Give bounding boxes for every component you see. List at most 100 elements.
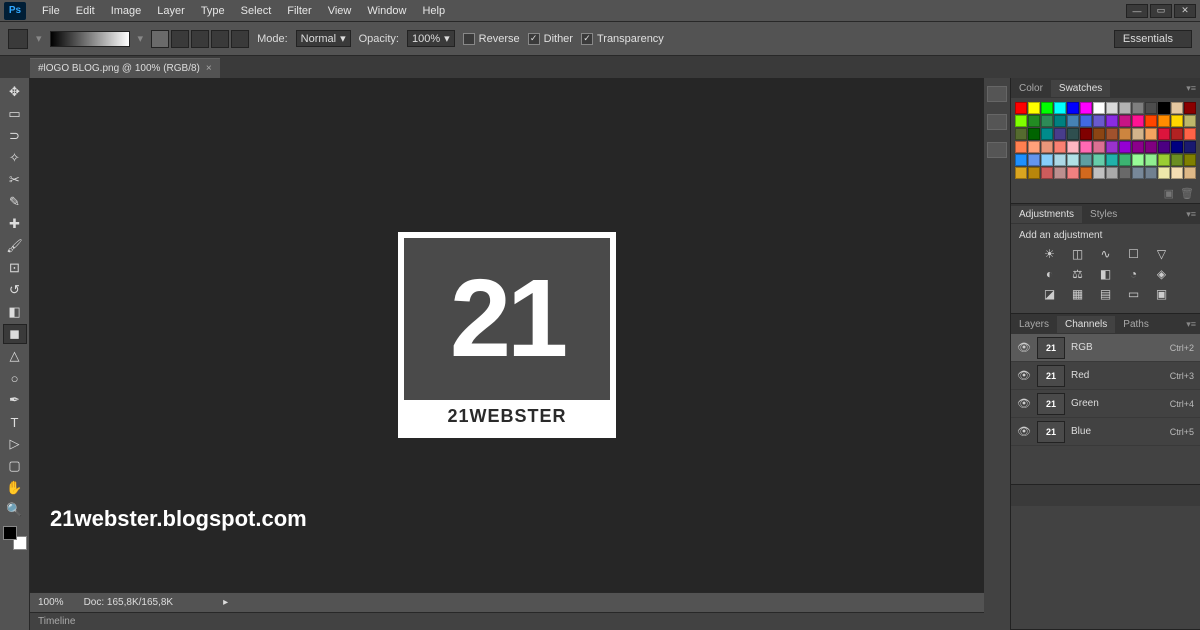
gradient-map-icon[interactable]: ▭: [1125, 287, 1143, 301]
posterize-icon[interactable]: ▦: [1069, 287, 1087, 301]
swatch-color[interactable]: [1184, 154, 1196, 166]
swatch-color[interactable]: [1171, 128, 1183, 140]
swatch-color[interactable]: [1067, 154, 1079, 166]
tab-layers[interactable]: Layers: [1011, 316, 1057, 333]
blur-tool[interactable]: △: [3, 346, 27, 366]
crop-tool[interactable]: ✂: [3, 170, 27, 190]
tab-swatches[interactable]: Swatches: [1051, 80, 1110, 97]
foreground-color-swatch[interactable]: [3, 526, 17, 540]
timeline-panel-tab[interactable]: Timeline: [30, 612, 984, 630]
menu-image[interactable]: Image: [103, 3, 150, 19]
menu-edit[interactable]: Edit: [68, 3, 103, 19]
current-tool-icon[interactable]: [8, 29, 28, 49]
brightness-icon[interactable]: ☀: [1041, 247, 1059, 261]
swatch-color[interactable]: [1054, 115, 1066, 127]
swatch-color[interactable]: [1106, 141, 1118, 153]
history-brush-tool[interactable]: ↺: [3, 280, 27, 300]
panel-menu-icon[interactable]: ▾≡: [1182, 209, 1200, 220]
angle-gradient-button[interactable]: [191, 30, 209, 48]
swatch-color[interactable]: [1093, 167, 1105, 179]
swatch-color[interactable]: [1145, 141, 1157, 153]
swatch-color[interactable]: [1093, 102, 1105, 114]
swatch-color[interactable]: [1041, 141, 1053, 153]
balance-icon[interactable]: ⚖: [1069, 267, 1087, 281]
swatch-color[interactable]: [1015, 154, 1027, 166]
swatch-color[interactable]: [1132, 154, 1144, 166]
swatch-color[interactable]: [1041, 167, 1053, 179]
zoom-tool[interactable]: 🔍: [3, 500, 27, 520]
wand-tool[interactable]: ✧: [3, 148, 27, 168]
swatch-color[interactable]: [1145, 102, 1157, 114]
diamond-gradient-button[interactable]: [231, 30, 249, 48]
eyedropper-tool[interactable]: ✎: [3, 192, 27, 212]
move-tool[interactable]: ✥: [3, 82, 27, 102]
swatch-color[interactable]: [1145, 167, 1157, 179]
menu-layer[interactable]: Layer: [149, 3, 193, 19]
menu-view[interactable]: View: [320, 3, 360, 19]
panel-menu-icon[interactable]: ▾≡: [1182, 319, 1200, 330]
channel-row[interactable]: 👁RedCtrl+3: [1011, 362, 1200, 390]
swatch-color[interactable]: [1054, 167, 1066, 179]
radial-gradient-button[interactable]: [171, 30, 189, 48]
swatch-color[interactable]: [1158, 115, 1170, 127]
tab-styles[interactable]: Styles: [1082, 206, 1125, 223]
gradient-tool[interactable]: ◼: [3, 324, 27, 344]
foreground-background-colors[interactable]: [3, 526, 27, 550]
collapsed-panel-icon[interactable]: [987, 86, 1007, 102]
tab-channels[interactable]: Channels: [1057, 316, 1115, 333]
healing-tool[interactable]: ✚: [3, 214, 27, 234]
swatch-color[interactable]: [1015, 102, 1027, 114]
collapsed-panel-icon[interactable]: [987, 142, 1007, 158]
swatch-color[interactable]: [1028, 115, 1040, 127]
swatch-color[interactable]: [1145, 115, 1157, 127]
swatch-color[interactable]: [1145, 154, 1157, 166]
swatch-color[interactable]: [1041, 102, 1053, 114]
minimize-button[interactable]: —: [1126, 4, 1148, 18]
selective-color-icon[interactable]: ▣: [1153, 287, 1171, 301]
eraser-tool[interactable]: ◧: [3, 302, 27, 322]
menu-window[interactable]: Window: [359, 3, 414, 19]
swatch-color[interactable]: [1132, 102, 1144, 114]
visibility-icon[interactable]: 👁: [1017, 341, 1031, 354]
swatch-color[interactable]: [1132, 115, 1144, 127]
tab-adjustments[interactable]: Adjustments: [1011, 206, 1082, 223]
swatch-color[interactable]: [1119, 128, 1131, 140]
swatch-color[interactable]: [1145, 128, 1157, 140]
transparency-checkbox[interactable]: ✓Transparency: [581, 33, 664, 45]
swatch-color[interactable]: [1054, 102, 1066, 114]
swatch-color[interactable]: [1067, 167, 1079, 179]
new-swatch-icon[interactable]: ▣: [1164, 187, 1174, 200]
swatch-color[interactable]: [1106, 115, 1118, 127]
dodge-tool[interactable]: ○: [3, 368, 27, 388]
swatch-color[interactable]: [1158, 154, 1170, 166]
swatch-color[interactable]: [1015, 167, 1027, 179]
bw-icon[interactable]: ◧: [1097, 267, 1115, 281]
hand-tool[interactable]: ✋: [3, 478, 27, 498]
delete-swatch-icon[interactable]: 🗑: [1180, 187, 1194, 200]
swatch-color[interactable]: [1184, 167, 1196, 179]
reverse-checkbox[interactable]: Reverse: [463, 33, 520, 45]
panel-menu-icon[interactable]: ▾≡: [1182, 83, 1200, 94]
swatch-color[interactable]: [1080, 141, 1092, 153]
swatch-color[interactable]: [1132, 141, 1144, 153]
visibility-icon[interactable]: 👁: [1017, 369, 1031, 382]
menu-filter[interactable]: Filter: [279, 3, 319, 19]
hue-icon[interactable]: ◐: [1041, 267, 1059, 281]
stamp-tool[interactable]: ⊡: [3, 258, 27, 278]
swatch-color[interactable]: [1171, 141, 1183, 153]
swatch-color[interactable]: [1119, 102, 1131, 114]
swatch-color[interactable]: [1093, 115, 1105, 127]
swatch-color[interactable]: [1093, 154, 1105, 166]
swatch-color[interactable]: [1184, 102, 1196, 114]
swatch-color[interactable]: [1158, 141, 1170, 153]
opacity-input[interactable]: 100%▾: [407, 30, 455, 47]
swatch-color[interactable]: [1171, 154, 1183, 166]
swatch-color[interactable]: [1015, 115, 1027, 127]
document-tab[interactable]: #lOGO BLOG.png @ 100% (RGB/8) ×: [30, 58, 220, 78]
swatch-color[interactable]: [1028, 154, 1040, 166]
swatch-color[interactable]: [1080, 167, 1092, 179]
swatch-color[interactable]: [1067, 128, 1079, 140]
swatch-color[interactable]: [1041, 115, 1053, 127]
swatch-color[interactable]: [1106, 128, 1118, 140]
close-button[interactable]: ✕: [1174, 4, 1196, 18]
